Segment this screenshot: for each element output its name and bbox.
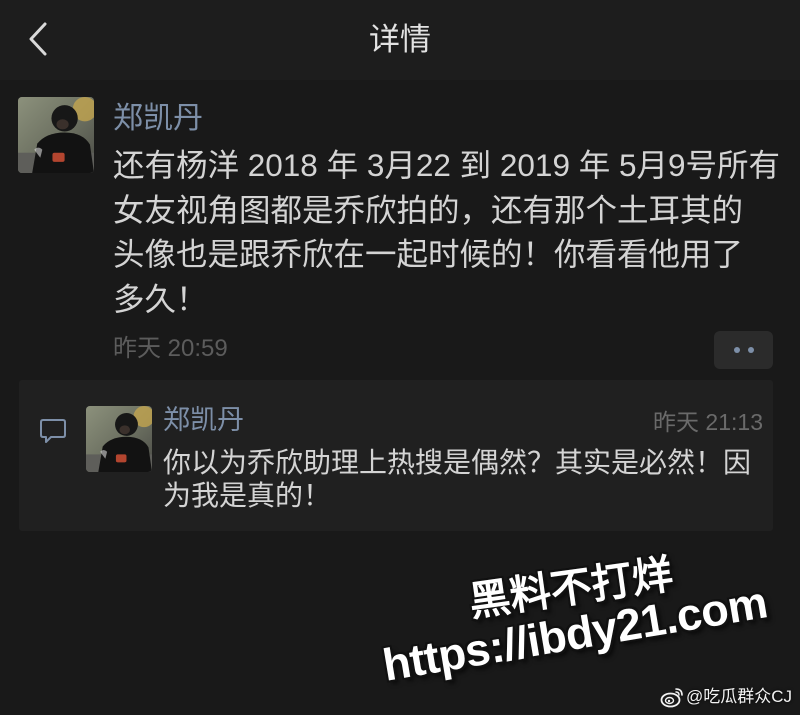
weibo-logo-icon [660, 688, 683, 708]
more-dots-icon [747, 347, 754, 353]
comment-timestamp: 昨天 21:13 [653, 409, 763, 435]
comment-text: 你以为乔欣助理上热搜是偶然？其实是必然！因 为我是真的！ [163, 446, 751, 512]
post-text-line: 头像也是跟乔欣在一起时候的！你看看他用了 [113, 236, 744, 272]
comment-text-line: 为我是真的！ [163, 480, 332, 511]
post-text: 还有杨洋 2018 年 3月22 到 2019 年 5月9号所有 女友视角图都是… [113, 143, 780, 321]
post-text-line: 女友视角图都是乔欣拍的，还有那个土耳其的 [113, 191, 744, 228]
more-actions-button[interactable] [714, 331, 773, 369]
comment-author-name[interactable]: 郑凯丹 [163, 404, 244, 436]
avatar[interactable] [86, 406, 152, 472]
avatar[interactable] [18, 97, 94, 173]
comment-item[interactable]: 郑凯丹 昨天 21:13 你以为乔欣助理上热搜是偶然？其实是必然！因 为我是真的… [79, 398, 763, 522]
watermark-weibo-handle: @吃瓜群众CJ [686, 687, 793, 706]
comment-text-line: 你以为乔欣助理上热搜是偶然？其实是必然！因 [163, 447, 752, 478]
page-title: 详情 [369, 22, 431, 57]
post-text-line: 还有杨洋 2018 年 3月22 到 2019 年 5月9号所有 [113, 147, 781, 183]
post-text-line: 多久！ [113, 280, 208, 317]
post-author-name[interactable]: 郑凯丹 [113, 101, 203, 137]
top-bar: 详情 [0, 0, 800, 80]
comment-bubble-icon [40, 419, 66, 443]
more-dots-icon [733, 347, 740, 353]
post-timestamp: 昨天 20:59 [113, 335, 228, 362]
comments-panel: 郑凯丹 昨天 21:13 你以为乔欣助理上热搜是偶然？其实是必然！因 为我是真的… [19, 380, 773, 531]
